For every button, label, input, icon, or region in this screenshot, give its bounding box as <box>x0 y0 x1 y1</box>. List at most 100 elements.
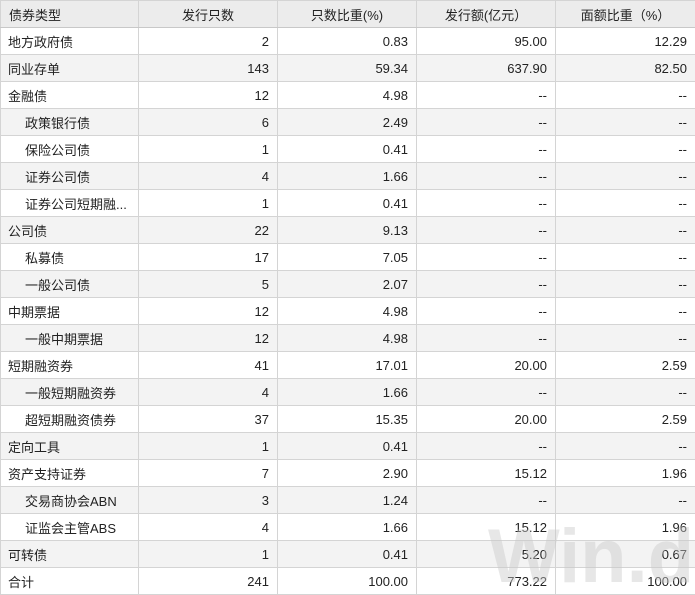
cell-count-share: 4.98 <box>278 298 417 325</box>
cell-bond-type: 证监会主管ABS <box>1 514 139 541</box>
cell-amount-share: -- <box>556 379 695 406</box>
cell-bond-type: 可转债 <box>1 541 139 568</box>
table-row: 政策银行债62.49---- <box>1 109 695 136</box>
header-bond-type: 债券类型 <box>1 1 139 28</box>
table-row: 短期融资券4117.0120.002.59 <box>1 352 695 379</box>
cell-amount-share: 100.00 <box>556 568 695 595</box>
cell-bond-type: 资产支持证券 <box>1 460 139 487</box>
cell-issue-amount: -- <box>417 217 556 244</box>
cell-amount-share: -- <box>556 190 695 217</box>
cell-bond-type: 超短期融资债券 <box>1 406 139 433</box>
cell-issue-amount: -- <box>417 136 556 163</box>
table-row: 一般短期融资券41.66---- <box>1 379 695 406</box>
cell-amount-share: -- <box>556 163 695 190</box>
cell-amount-share: -- <box>556 433 695 460</box>
cell-bond-type: 一般公司债 <box>1 271 139 298</box>
cell-issue-count: 1 <box>139 136 278 163</box>
cell-amount-share: -- <box>556 82 695 109</box>
table-row: 证券公司债41.66---- <box>1 163 695 190</box>
cell-bond-type: 私募债 <box>1 244 139 271</box>
cell-issue-amount: -- <box>417 244 556 271</box>
cell-bond-type: 交易商协会ABN <box>1 487 139 514</box>
cell-issue-amount: -- <box>417 109 556 136</box>
cell-bond-type: 同业存单 <box>1 55 139 82</box>
cell-count-share: 7.05 <box>278 244 417 271</box>
header-issue-count: 发行只数 <box>139 1 278 28</box>
header-amount-share: 面额比重（%） <box>556 1 695 28</box>
cell-issue-amount: -- <box>417 298 556 325</box>
cell-issue-amount: 95.00 <box>417 28 556 55</box>
table-row: 超短期融资债券3715.3520.002.59 <box>1 406 695 433</box>
cell-issue-amount: -- <box>417 487 556 514</box>
cell-count-share: 1.66 <box>278 163 417 190</box>
cell-amount-share: 82.50 <box>556 55 695 82</box>
cell-issue-count: 1 <box>139 190 278 217</box>
table-row: 交易商协会ABN31.24---- <box>1 487 695 514</box>
cell-issue-count: 1 <box>139 433 278 460</box>
cell-count-share: 9.13 <box>278 217 417 244</box>
cell-issue-amount: -- <box>417 190 556 217</box>
cell-bond-type: 一般中期票据 <box>1 325 139 352</box>
cell-count-share: 0.41 <box>278 433 417 460</box>
cell-count-share: 1.66 <box>278 514 417 541</box>
cell-amount-share: -- <box>556 487 695 514</box>
cell-issue-count: 4 <box>139 514 278 541</box>
cell-issue-count: 12 <box>139 298 278 325</box>
cell-count-share: 2.49 <box>278 109 417 136</box>
cell-count-share: 1.66 <box>278 379 417 406</box>
cell-issue-amount: 20.00 <box>417 406 556 433</box>
cell-issue-count: 41 <box>139 352 278 379</box>
cell-count-share: 0.41 <box>278 541 417 568</box>
cell-issue-count: 5 <box>139 271 278 298</box>
cell-issue-amount: -- <box>417 271 556 298</box>
cell-issue-amount: 20.00 <box>417 352 556 379</box>
table-row: 可转债10.415.200.67 <box>1 541 695 568</box>
table-row: 地方政府债20.8395.0012.29 <box>1 28 695 55</box>
cell-amount-share: -- <box>556 136 695 163</box>
cell-count-share: 100.00 <box>278 568 417 595</box>
cell-issue-amount: 15.12 <box>417 460 556 487</box>
cell-issue-count: 143 <box>139 55 278 82</box>
cell-count-share: 0.41 <box>278 190 417 217</box>
cell-count-share: 0.41 <box>278 136 417 163</box>
cell-issue-count: 2 <box>139 28 278 55</box>
cell-bond-type: 金融债 <box>1 82 139 109</box>
cell-issue-count: 37 <box>139 406 278 433</box>
table-row: 一般中期票据124.98---- <box>1 325 695 352</box>
cell-bond-type: 定向工具 <box>1 433 139 460</box>
cell-issue-amount: 15.12 <box>417 514 556 541</box>
cell-bond-type: 中期票据 <box>1 298 139 325</box>
cell-issue-count: 1 <box>139 541 278 568</box>
table-row: 一般公司债52.07---- <box>1 271 695 298</box>
cell-amount-share: 2.59 <box>556 406 695 433</box>
cell-amount-share: -- <box>556 271 695 298</box>
table-row: 中期票据124.98---- <box>1 298 695 325</box>
cell-bond-type: 一般短期融资券 <box>1 379 139 406</box>
cell-issue-count: 241 <box>139 568 278 595</box>
cell-count-share: 2.07 <box>278 271 417 298</box>
cell-issue-amount: -- <box>417 379 556 406</box>
table-row: 金融债124.98---- <box>1 82 695 109</box>
cell-amount-share: -- <box>556 109 695 136</box>
cell-amount-share: -- <box>556 244 695 271</box>
cell-issue-count: 3 <box>139 487 278 514</box>
cell-issue-count: 17 <box>139 244 278 271</box>
cell-issue-amount: 773.22 <box>417 568 556 595</box>
cell-count-share: 2.90 <box>278 460 417 487</box>
cell-issue-count: 4 <box>139 379 278 406</box>
cell-issue-amount: 637.90 <box>417 55 556 82</box>
cell-count-share: 4.98 <box>278 325 417 352</box>
table-row: 保险公司债10.41---- <box>1 136 695 163</box>
table-header-row: 债券类型 发行只数 只数比重(%) 发行额(亿元） 面额比重（%） <box>1 1 695 28</box>
table-row: 同业存单14359.34637.9082.50 <box>1 55 695 82</box>
cell-bond-type: 短期融资券 <box>1 352 139 379</box>
cell-amount-share: 2.59 <box>556 352 695 379</box>
cell-issue-count: 4 <box>139 163 278 190</box>
cell-amount-share: -- <box>556 298 695 325</box>
cell-count-share: 0.83 <box>278 28 417 55</box>
cell-bond-type: 政策银行债 <box>1 109 139 136</box>
cell-bond-type: 公司债 <box>1 217 139 244</box>
cell-bond-type: 保险公司债 <box>1 136 139 163</box>
table-row: 私募债177.05---- <box>1 244 695 271</box>
table-row: 资产支持证券72.9015.121.96 <box>1 460 695 487</box>
